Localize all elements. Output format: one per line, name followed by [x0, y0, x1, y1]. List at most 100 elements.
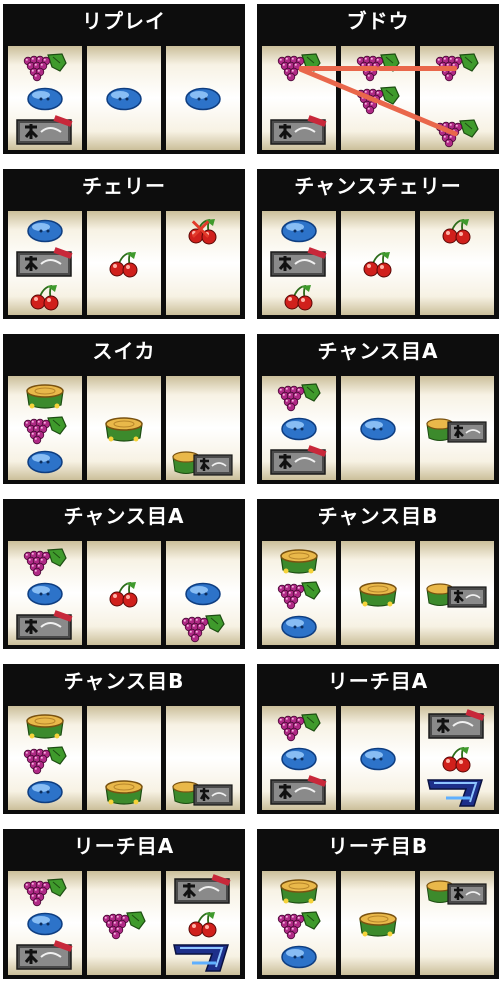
win-line	[378, 66, 457, 71]
replay-symbol-icon	[185, 582, 221, 606]
reel-cell	[420, 412, 494, 446]
reel-cell	[262, 214, 336, 248]
stump-symbol-icon	[105, 780, 143, 805]
reel-cell	[341, 214, 415, 248]
cherry-symbol-icon	[363, 251, 392, 278]
reel-panel: リーチ目B	[257, 829, 499, 979]
replay-symbol-icon	[106, 87, 142, 111]
cherry-symbol-icon	[442, 746, 471, 773]
panel-title: チャンスチェリー	[257, 169, 499, 203]
reel-cell	[8, 445, 82, 479]
reel-cell	[87, 49, 161, 83]
reel-cell	[8, 544, 82, 578]
reel-cell	[8, 874, 82, 908]
reel-cell	[262, 247, 336, 281]
seven-symbol-icon	[427, 779, 484, 807]
stump-symbol-icon	[359, 912, 397, 937]
reel-cell	[262, 445, 336, 479]
reel-cell	[262, 610, 336, 644]
reel-cell	[166, 445, 240, 479]
reel-cell	[420, 577, 494, 611]
reel-cell	[341, 907, 415, 941]
replay-symbol-icon	[281, 615, 317, 639]
cross-mark-icon: ✕	[188, 213, 214, 248]
reel-cell	[341, 775, 415, 809]
reel-cell	[420, 214, 494, 248]
reel-cell	[420, 379, 494, 413]
bar-symbol-icon	[270, 247, 327, 277]
replay-symbol-icon	[281, 945, 317, 969]
reel-window	[3, 368, 245, 484]
reel-panel: チェリー ✕	[3, 169, 245, 319]
reel-cell	[8, 49, 82, 83]
reel-1	[8, 376, 82, 480]
reel-2	[87, 541, 161, 645]
stump-symbol-icon	[26, 714, 64, 739]
reel-3	[420, 706, 494, 810]
reel-cell	[87, 379, 161, 413]
bar-symbol-icon	[16, 247, 73, 277]
reel-3	[420, 211, 494, 315]
reel-3	[420, 376, 494, 480]
reel-cell	[87, 115, 161, 149]
reel-cell	[87, 577, 161, 611]
panel-title: リーチ目B	[257, 829, 499, 863]
reel-3	[166, 541, 240, 645]
reel-cell	[420, 742, 494, 776]
reel-1	[262, 871, 336, 975]
stump-symbol-icon	[280, 879, 318, 904]
reel-cell	[166, 940, 240, 974]
reel-cell	[420, 247, 494, 281]
reel-cell	[87, 940, 161, 974]
reel-cell	[341, 940, 415, 974]
replay-symbol-icon	[27, 582, 63, 606]
reel-cell	[87, 412, 161, 446]
cherry-symbol-icon	[109, 251, 138, 278]
reel-cell	[8, 214, 82, 248]
bar-symbol-icon	[16, 115, 73, 145]
reel-cell	[420, 610, 494, 644]
bar-symbol-icon	[174, 874, 231, 904]
reel-panel: リーチ目A	[3, 829, 245, 979]
reel-cell	[166, 82, 240, 116]
panel-title: チャンス目A	[3, 499, 245, 533]
replay-symbol-icon	[185, 87, 221, 111]
reel-cell	[341, 115, 415, 149]
reel-cell	[341, 247, 415, 281]
reel-3: ✕	[166, 211, 240, 315]
reel-cell	[341, 577, 415, 611]
cherry-symbol-icon	[284, 284, 313, 311]
reel-cell	[166, 874, 240, 908]
replay-symbol-icon	[27, 450, 63, 474]
bar-symbol-icon	[270, 445, 327, 475]
reel-1	[262, 706, 336, 810]
reel-cell	[341, 445, 415, 479]
reel-2	[341, 376, 415, 480]
replay-symbol-icon	[360, 417, 396, 441]
reel-cell	[420, 445, 494, 479]
replay-symbol-icon	[281, 747, 317, 771]
reel-cell	[262, 82, 336, 116]
reel-2	[87, 211, 161, 315]
reel-1	[262, 376, 336, 480]
stump-symbol-icon	[280, 549, 318, 574]
reel-cell	[341, 544, 415, 578]
reel-cell	[8, 610, 82, 644]
reel-cell	[420, 940, 494, 974]
reel-2	[87, 376, 161, 480]
reel-cell	[420, 82, 494, 116]
reel-cell	[420, 907, 494, 941]
reel-panel: チャンスチェリー	[257, 169, 499, 319]
reel-window	[3, 533, 245, 649]
panel-title: チェリー	[3, 169, 245, 203]
reel-cell	[341, 280, 415, 314]
reel-cell	[420, 874, 494, 908]
reel-cell	[262, 709, 336, 743]
reel-cell	[262, 907, 336, 941]
reel-1	[262, 46, 336, 150]
reel-cell	[8, 775, 82, 809]
reel-cell	[87, 742, 161, 776]
panel-title: リプレイ	[3, 4, 245, 38]
reel-window	[257, 203, 499, 319]
reel-cell	[341, 412, 415, 446]
